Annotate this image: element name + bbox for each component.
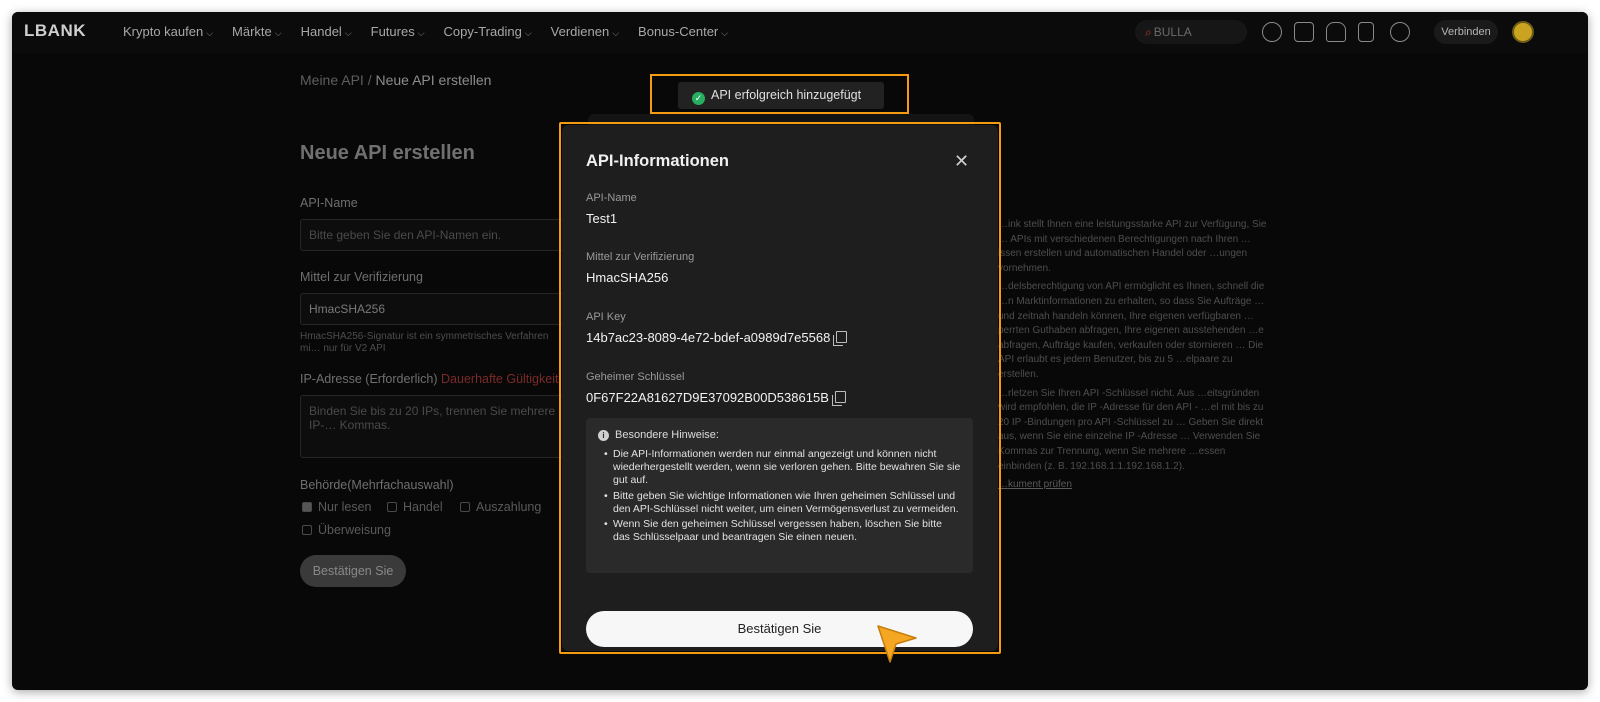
notice-item: Wenn Sie den geheimen Schlüssel vergesse… [604, 518, 961, 544]
side-paragraph: …delsberechtigung von API ermöglicht es … [998, 281, 1265, 380]
nav-item-futures[interactable]: Futures ⌵ [371, 24, 425, 39]
permission-read-only[interactable]: Nur lesen [302, 500, 372, 514]
chevron-down-icon: ⌵ [524, 28, 532, 38]
bell-icon[interactable] [1326, 22, 1346, 42]
chevron-down-icon: ⌵ [206, 28, 214, 38]
notice-item: Bitte geben Sie wichtige Informationen w… [604, 490, 961, 516]
permission-transfer[interactable]: Überweisung [302, 523, 391, 537]
success-toast: ✓ API erfolgreich hinzugefügt [678, 82, 884, 109]
info-icon: i [598, 429, 609, 441]
modal-secret-row: 0F67F22A81627D9E37092B00D538615B [586, 390, 846, 406]
search-input[interactable]: ⌕ BULLA [1135, 20, 1247, 44]
check-circle-icon: ✓ [692, 92, 705, 105]
ip-validity-badge: Dauerhafte Gültigkeit [441, 372, 559, 386]
nav-item-handel[interactable]: Handel ⌵ [301, 24, 352, 39]
checkbox [387, 502, 397, 512]
confirm-button-background[interactable]: Bestätigen Sie [300, 555, 406, 587]
modal-verification-label: Mittel zur Verifizierung [586, 251, 695, 263]
breadcrumb-parent[interactable]: Meine API [300, 72, 364, 88]
nav-item-verdienen[interactable]: Verdienen ⌵ [551, 24, 619, 39]
modal-title: API-Informationen [586, 152, 729, 170]
permission-trade[interactable]: Handel [387, 500, 443, 514]
document-icon[interactable] [1358, 22, 1374, 42]
copy-icon[interactable] [831, 391, 846, 406]
download-icon[interactable] [1262, 22, 1282, 42]
modal-secret-label: Geheimer Schlüssel [586, 371, 685, 383]
page-title: Neue API erstellen [300, 142, 475, 164]
modal-api-key-row: 14b7ac23-8089-4e72-bdef-a0989d7e5568 [586, 330, 848, 346]
main-nav: Krypto kaufen ⌵ Märkte ⌵ Handel ⌵ Futures ⌵ … [123, 24, 747, 39]
top-header: LBANK Krypto kaufen ⌵ Märkte ⌵ Handel ⌵ Fut… [12, 12, 1588, 54]
secret-key-value: 0F67F22A81627D9E37092B00D538615B [586, 390, 829, 405]
side-paragraph: …rletzen Sie Ihren API -Schlüssel nicht.… [998, 387, 1264, 472]
verification-hint: HmacSHA256-Signatur ist ein symmetrische… [300, 331, 549, 354]
nav-item-copy-trading[interactable]: Copy-Trading ⌵ [444, 24, 532, 39]
globe-icon[interactable] [1390, 22, 1410, 42]
api-info-modal: API-Informationen ✕ API-Name Test1 Mitte… [562, 125, 998, 651]
special-notice-box: iBesondere Hinweise: Die API-Information… [586, 418, 973, 573]
avatar[interactable] [1512, 21, 1534, 43]
api-info-sidebar: …ink stellt Ihnen eine leistungsstarke A… [998, 218, 1270, 497]
checkbox-checked [302, 502, 312, 512]
chevron-down-icon: ⌵ [274, 28, 282, 38]
breadcrumb: Meine API / Neue API erstellen [300, 72, 492, 88]
permission-withdraw[interactable]: Auszahlung [460, 500, 541, 514]
wallet-icon[interactable] [1294, 22, 1314, 42]
ip-label: IP-Adresse (Erforderlich) Dauerhafte Gül… [300, 372, 559, 386]
modal-verification-value: HmacSHA256 [586, 270, 669, 285]
modal-api-name-value: Test1 [586, 211, 618, 226]
api-key-value: 14b7ac23-8089-4e72-bdef-a0989d7e5568 [586, 330, 831, 345]
document-link[interactable]: …kument prüfen [998, 478, 1270, 493]
notice-item: Die API-Informationen werden nur einmal … [604, 448, 961, 488]
chevron-down-icon: ⌵ [612, 28, 620, 38]
connect-button[interactable]: Verbinden [1434, 20, 1498, 44]
logo[interactable]: LBANK [24, 21, 86, 41]
checkbox [460, 502, 470, 512]
search-icon: ⌕ [1145, 25, 1152, 39]
chevron-down-icon: ⌵ [721, 28, 729, 38]
app-window: LBANK Krypto kaufen ⌵ Märkte ⌵ Handel ⌵ Fut… [12, 12, 1588, 690]
nav-item-maerkte[interactable]: Märkte ⌵ [232, 24, 282, 39]
copy-icon[interactable] [833, 331, 848, 346]
permissions-label: Behörde(Mehrfachauswahl) [300, 478, 454, 492]
verification-label: Mittel zur Verifizierung [300, 270, 423, 284]
breadcrumb-current: Neue API erstellen [375, 72, 492, 88]
notice-list: Die API-Informationen werden nur einmal … [598, 448, 961, 544]
modal-api-key-label: API Key [586, 311, 626, 323]
api-name-input[interactable]: Bitte geben Sie den API-Namen ein. [300, 219, 570, 251]
cursor-arrow-icon [877, 625, 917, 663]
chevron-down-icon: ⌵ [417, 28, 425, 38]
close-icon[interactable]: ✕ [954, 151, 969, 172]
api-name-label: API-Name [300, 196, 358, 210]
notice-heading: i Besondere Hinweise: [598, 429, 961, 441]
checkbox [302, 525, 312, 535]
nav-item-krypto-kaufen[interactable]: Krypto kaufen ⌵ [123, 24, 213, 39]
modal-api-name-label: API-Name [586, 192, 637, 204]
side-paragraph: …ink stellt Ihnen eine leistungsstarke A… [998, 219, 1267, 274]
nav-item-bonus-center[interactable]: Bonus-Center ⌵ [638, 24, 728, 39]
ip-textarea[interactable]: Binden Sie bis zu 20 IPs, trennen Sie me… [300, 395, 570, 458]
verification-select[interactable]: HmacSHA256 [300, 293, 570, 325]
chevron-down-icon: ⌵ [344, 28, 352, 38]
